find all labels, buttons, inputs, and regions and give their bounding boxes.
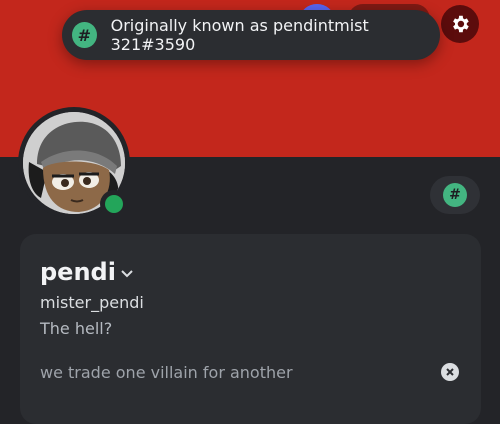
gear-icon	[453, 15, 469, 33]
online-status-icon	[105, 195, 123, 213]
settings-button[interactable]	[441, 5, 479, 43]
hash-icon: #	[72, 22, 97, 48]
chevron-down-icon	[121, 270, 133, 278]
display-name-label: pendi	[40, 258, 116, 286]
profile-card: pendi mister_pendi The hell? we trade on…	[20, 234, 481, 424]
custom-status: we trade one villain for another	[40, 363, 293, 382]
clear-status-button[interactable]	[441, 363, 459, 381]
username: mister_pendi	[40, 293, 144, 312]
tooltip-text: Originally known as pendintmist 321#3590	[110, 16, 369, 54]
hash-icon: #	[443, 183, 467, 207]
display-name[interactable]: pendi	[40, 258, 134, 286]
close-icon	[446, 368, 454, 376]
badge-button[interactable]: #	[430, 176, 480, 214]
previous-username-tooltip: # Originally known as pendintmist 321#35…	[62, 10, 440, 60]
pronouns: The hell?	[40, 319, 113, 338]
status-indicator	[100, 190, 128, 218]
